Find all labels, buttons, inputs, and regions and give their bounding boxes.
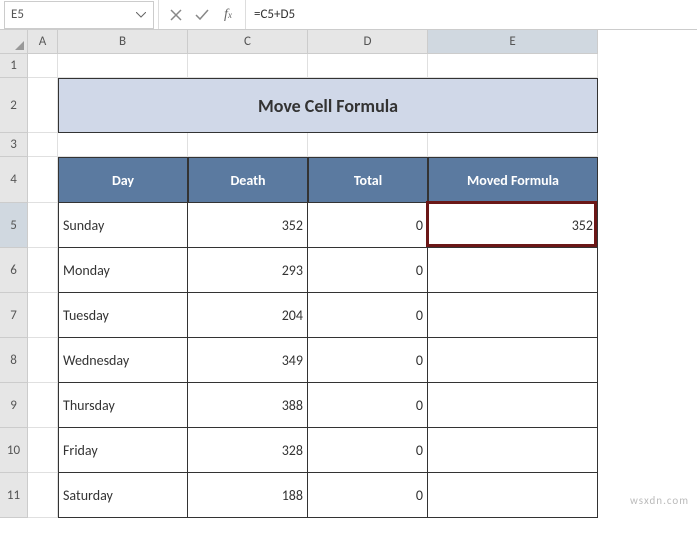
formula-controls: fx	[158, 0, 246, 29]
row-header-6[interactable]: 6	[0, 248, 28, 293]
cell-day[interactable]: Sunday	[58, 203, 188, 248]
table-row: Thursday3880	[28, 383, 598, 428]
name-box[interactable]: E5	[4, 1, 154, 29]
cell-B1[interactable]	[58, 54, 188, 78]
cell-day[interactable]: Saturday	[58, 473, 188, 518]
cell-A2[interactable]	[28, 78, 58, 133]
fx-icon[interactable]: fx	[219, 6, 237, 24]
cell-C3[interactable]	[188, 133, 308, 157]
name-box-dropdown-icon[interactable]	[135, 9, 147, 21]
cell-A1[interactable]	[28, 54, 58, 78]
cell-day[interactable]: Friday	[58, 428, 188, 473]
row-header-2[interactable]: 2	[0, 78, 28, 133]
formula-text: =C5+D5	[254, 7, 295, 22]
col-header-D[interactable]: D	[308, 30, 428, 54]
cell-moved-formula[interactable]	[428, 248, 598, 293]
cell-total[interactable]: 0	[308, 338, 428, 383]
cell-total[interactable]: 0	[308, 248, 428, 293]
cell-C1[interactable]	[188, 54, 308, 78]
row-header-8[interactable]: 8	[0, 338, 28, 383]
cell-A8[interactable]	[28, 338, 58, 383]
cell-moved-formula[interactable]	[428, 383, 598, 428]
cancel-icon[interactable]	[167, 6, 185, 24]
formula-input[interactable]: =C5+D5	[246, 0, 697, 29]
select-all-corner[interactable]	[0, 30, 28, 54]
cell-B3[interactable]	[58, 133, 188, 157]
table-row: Wednesday3490	[28, 338, 598, 383]
row-header-4[interactable]: 4	[0, 157, 28, 203]
confirm-icon[interactable]	[193, 6, 211, 24]
formula-bar: E5 fx =C5+D5	[0, 0, 697, 30]
cell-moved-formula[interactable]	[428, 473, 598, 518]
row-header-3[interactable]: 3	[0, 133, 28, 157]
cell-day[interactable]: Thursday	[58, 383, 188, 428]
cell-D1[interactable]	[308, 54, 428, 78]
table-header-death[interactable]: Death	[188, 157, 308, 203]
cell-total[interactable]: 0	[308, 473, 428, 518]
cell-death[interactable]: 352	[188, 203, 308, 248]
cell-moved-formula[interactable]	[428, 293, 598, 338]
row-header-10[interactable]: 10	[0, 428, 28, 473]
cell-total[interactable]: 0	[308, 383, 428, 428]
cell-total[interactable]: 0	[308, 203, 428, 248]
col-header-A[interactable]: A	[28, 30, 58, 54]
table-header-day[interactable]: Day	[58, 157, 188, 203]
cell-A4[interactable]	[28, 157, 58, 203]
cell-moved-formula[interactable]: 352	[428, 203, 598, 248]
title-banner[interactable]: Move Cell Formula	[58, 78, 598, 133]
col-header-E[interactable]: E	[428, 30, 598, 54]
cell-day[interactable]: Wednesday	[58, 338, 188, 383]
col-header-B[interactable]: B	[58, 30, 188, 54]
column-headers: ABCDE	[28, 30, 598, 54]
col-header-C[interactable]: C	[188, 30, 308, 54]
cell-E3[interactable]	[428, 133, 598, 157]
cell-A3[interactable]	[28, 133, 58, 157]
cell-death[interactable]: 293	[188, 248, 308, 293]
table-row: Monday2930	[28, 248, 598, 293]
cell-total[interactable]: 0	[308, 428, 428, 473]
cell-A6[interactable]	[28, 248, 58, 293]
cell-A9[interactable]	[28, 383, 58, 428]
cell-day[interactable]: Tuesday	[58, 293, 188, 338]
cell-D3[interactable]	[308, 133, 428, 157]
cell-death[interactable]: 388	[188, 383, 308, 428]
table-header-total[interactable]: Total	[308, 157, 428, 203]
row-header-11[interactable]: 11	[0, 473, 28, 518]
cell-death[interactable]: 349	[188, 338, 308, 383]
cell-day[interactable]: Monday	[58, 248, 188, 293]
row-header-1[interactable]: 1	[0, 54, 28, 78]
cells-area[interactable]: Move Cell Formula DayDeathTotalMoved Form…	[28, 54, 598, 518]
watermark: wsxdn.com	[630, 494, 689, 507]
cell-death[interactable]: 204	[188, 293, 308, 338]
table-header-moved-formula[interactable]: Moved Formula	[428, 157, 598, 203]
table-row: Friday3280	[28, 428, 598, 473]
table-row: Tuesday2040	[28, 293, 598, 338]
cell-E1[interactable]	[428, 54, 598, 78]
cell-death[interactable]: 328	[188, 428, 308, 473]
cell-A7[interactable]	[28, 293, 58, 338]
cell-A11[interactable]	[28, 473, 58, 518]
row-header-9[interactable]: 9	[0, 383, 28, 428]
table-row: Sunday3520352	[28, 203, 598, 248]
cell-total[interactable]: 0	[308, 293, 428, 338]
cell-death[interactable]: 188	[188, 473, 308, 518]
table-row: Saturday1880	[28, 473, 598, 518]
name-box-value: E5	[11, 7, 24, 22]
row-header-5[interactable]: 5	[0, 203, 28, 248]
row-headers: 1234567891011	[0, 54, 28, 518]
cell-moved-formula[interactable]	[428, 338, 598, 383]
row-header-7[interactable]: 7	[0, 293, 28, 338]
spreadsheet-grid: ABCDE 1234567891011 Move Cell Formula Day…	[0, 30, 697, 547]
cell-moved-formula[interactable]	[428, 428, 598, 473]
cell-A10[interactable]	[28, 428, 58, 473]
cell-A5[interactable]	[28, 203, 58, 248]
